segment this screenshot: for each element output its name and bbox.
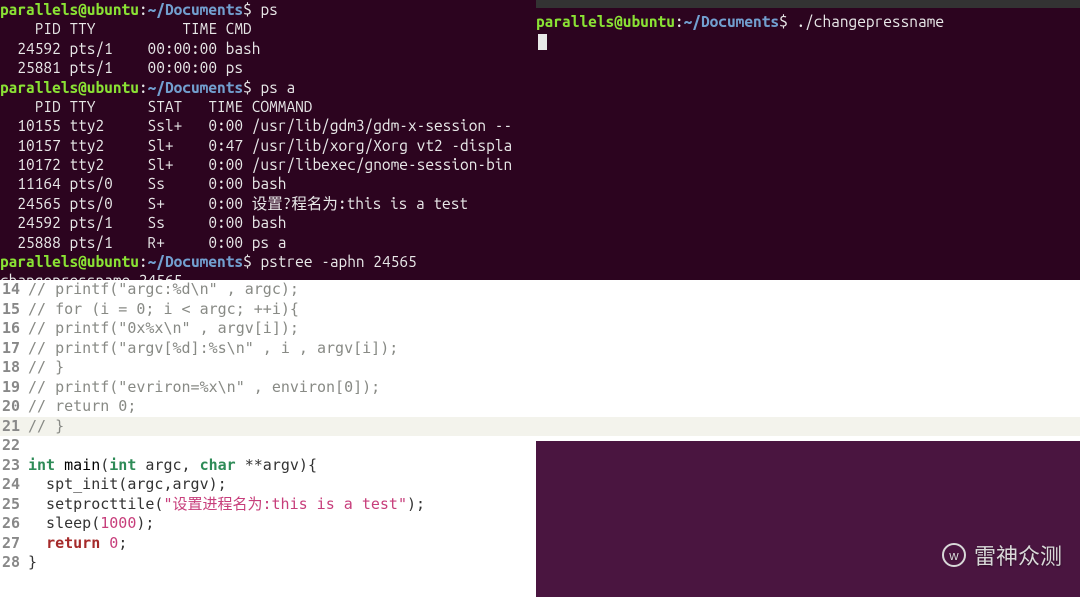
psa-row: 10172 tty2 Sl+ 0:00 /usr/libexec/gnome-s… — [0, 155, 536, 174]
code-line[interactable]: 17// printf("argv[%d]:%s\n" , i , argv[i… — [0, 339, 1080, 359]
code-content: // } — [24, 358, 64, 378]
psa-row: 10157 tty2 Sl+ 0:47 /usr/lib/xorg/Xorg v… — [0, 136, 536, 155]
line-number: 26 — [0, 514, 24, 534]
cursor-icon — [538, 34, 547, 50]
cmd-ps: ps — [260, 1, 277, 18]
code-line[interactable]: 18// } — [0, 358, 1080, 378]
code-content: spt_init(argc,argv); — [24, 475, 227, 495]
code-content: sleep(1000); — [24, 514, 154, 534]
code-content: } — [24, 553, 37, 573]
line-number: 22 — [0, 436, 24, 456]
prompt-line: parallels@ubuntu:~/Documents$ pstree -ap… — [0, 252, 536, 271]
line-number: 27 — [0, 534, 24, 554]
code-content: // } — [24, 417, 64, 437]
code-content: setprocttile("设置进程名为:this is a test"); — [24, 495, 425, 515]
ps-row: 25881 pts/1 00:00:00 ps — [0, 58, 536, 77]
watermark: w 雷神众测 — [942, 539, 1062, 571]
line-number: 25 — [0, 495, 24, 515]
psa-row: 24592 pts/1 Ss 0:00 bash — [0, 213, 536, 232]
watermark-text: 雷神众测 — [974, 539, 1062, 571]
line-number: 17 — [0, 339, 24, 359]
code-content: // for (i = 0; i < argc; ++i){ — [24, 300, 299, 320]
code-content: // printf("argc:%d\n" , argc); — [24, 280, 299, 300]
prompt-line: parallels@ubuntu:~/Documents$ ps a — [0, 78, 536, 97]
prompt-cursor-line[interactable] — [536, 31, 1080, 50]
psa-row: 10155 tty2 Ssl+ 0:00 /usr/lib/gdm3/gdm-x… — [0, 116, 536, 135]
code-content: return 0; — [24, 534, 127, 554]
line-number: 20 — [0, 397, 24, 417]
prompt-line: parallels@ubuntu:~/Documents$ ps — [0, 0, 536, 19]
line-number: 15 — [0, 300, 24, 320]
line-number: 14 — [0, 280, 24, 300]
code-line[interactable]: 15// for (i = 0; i < argc; ++i){ — [0, 300, 1080, 320]
line-number: 28 — [0, 553, 24, 573]
left-terminal[interactable]: parallels@ubuntu:~/Documents$ ps PID TTY… — [0, 0, 536, 280]
code-line[interactable]: 20// return 0; — [0, 397, 1080, 417]
cmd-ps-a: ps a — [260, 79, 295, 96]
prompt-path: ~/Documents — [684, 13, 779, 30]
line-number: 18 — [0, 358, 24, 378]
code-line[interactable]: 14// printf("argc:%d\n" , argc); — [0, 280, 1080, 300]
ps-header: PID TTY TIME CMD — [0, 19, 536, 38]
desktop-background — [536, 441, 1080, 597]
prompt-user: parallels@ubuntu — [0, 1, 139, 18]
cmd-pstree: pstree -aphn 24565 — [260, 253, 416, 270]
line-number: 23 — [0, 456, 24, 476]
ps-row: 24592 pts/1 00:00:00 bash — [0, 39, 536, 58]
code-content: // printf("argv[%d]:%s\n" , i , argv[i])… — [24, 339, 398, 359]
prompt-user: parallels@ubuntu — [536, 13, 675, 30]
code-content: // printf("evriron=%x\n" , environ[0]); — [24, 378, 380, 398]
code-line[interactable]: 21// } — [0, 417, 1080, 437]
line-number: 21 — [0, 417, 24, 437]
code-line[interactable]: 19// printf("evriron=%x\n" , environ[0])… — [0, 378, 1080, 398]
prompt-path: ~/Documents — [148, 1, 243, 18]
psa-header: PID TTY STAT TIME COMMAND — [0, 97, 536, 116]
line-number: 24 — [0, 475, 24, 495]
code-content — [24, 436, 28, 456]
line-number: 16 — [0, 319, 24, 339]
line-number: 19 — [0, 378, 24, 398]
code-content: int main(int argc, char **argv){ — [24, 456, 317, 476]
psa-row: 24565 pts/0 S+ 0:00 设置?程名为:this is a tes… — [0, 194, 536, 213]
code-line[interactable]: 16// printf("0x%x\n" , argv[i]); — [0, 319, 1080, 339]
code-content: // return 0; — [24, 397, 136, 417]
code-content: // printf("0x%x\n" , argv[i]); — [24, 319, 299, 339]
prompt-line: parallels@ubuntu:~/Documents$ ./changepr… — [536, 12, 1080, 31]
psa-row: 25888 pts/1 R+ 0:00 ps a — [0, 233, 536, 252]
cmd-run-changepressname: ./changepressname — [796, 13, 944, 30]
psa-row: 11164 pts/0 Ss 0:00 bash — [0, 174, 536, 193]
wechat-icon: w — [942, 543, 966, 567]
